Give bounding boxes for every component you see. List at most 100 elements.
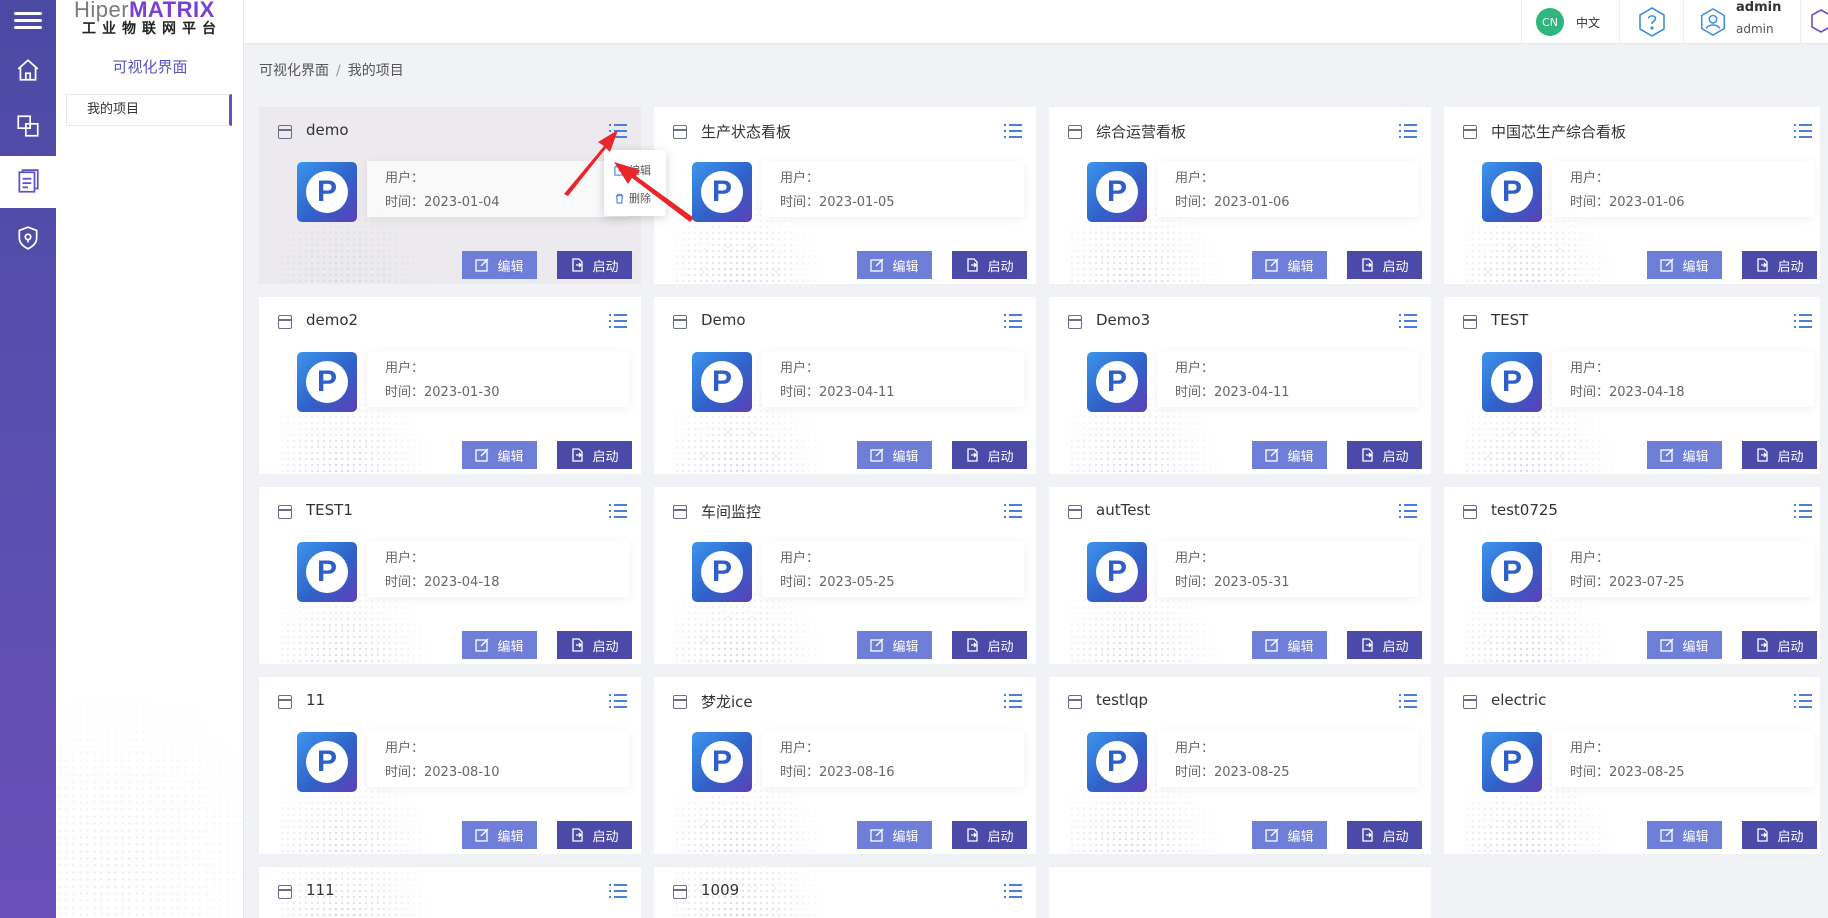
project-folder-icon [1463, 125, 1477, 139]
edit-button[interactable]: 编辑 [857, 441, 932, 469]
card-menu-icon[interactable] [609, 314, 627, 328]
card-menu-icon[interactable] [1004, 504, 1022, 518]
project-card[interactable]: 11 P 用户： 时间：2023-08-10 编辑 启动 [259, 677, 641, 854]
start-button[interactable]: 启动 [1742, 251, 1817, 279]
start-button[interactable]: 启动 [1347, 441, 1422, 469]
project-card[interactable]: TEST P 用户： 时间：2023-04-18 编辑 启动 [1444, 297, 1826, 474]
breadcrumb-parent[interactable]: 可视化界面 [259, 63, 329, 79]
start-button[interactable]: 启动 [1742, 821, 1817, 849]
edit-button[interactable]: 编辑 [1252, 251, 1327, 279]
edit-button[interactable]: 编辑 [857, 631, 932, 659]
language-badge: CN [1536, 8, 1564, 36]
card-menu-icon[interactable] [1004, 884, 1022, 898]
edit-button[interactable]: 编辑 [1647, 441, 1722, 469]
card-menu-icon[interactable] [609, 884, 627, 898]
project-time: 时间：2023-08-10 [385, 765, 500, 780]
card-menu-icon[interactable] [1004, 694, 1022, 708]
start-button[interactable]: 启动 [1742, 441, 1817, 469]
card-menu-icon[interactable] [609, 504, 627, 518]
card-menu-icon[interactable] [609, 694, 627, 708]
user-menu[interactable]: admin admin [1683, 0, 1801, 44]
edit-button[interactable]: 编辑 [462, 251, 537, 279]
edit-icon [475, 258, 489, 272]
start-button[interactable]: 启动 [1347, 631, 1422, 659]
card-menu-icon[interactable] [1004, 124, 1022, 138]
start-button[interactable]: 启动 [1347, 251, 1422, 279]
security-icon[interactable] [0, 212, 56, 264]
menu-toggle-icon[interactable] [14, 8, 42, 34]
start-button[interactable]: 启动 [557, 441, 632, 469]
language-switch[interactable]: CN 中文 [1521, 0, 1619, 44]
project-card[interactable]: test0725 P 用户： 时间：2023-07-25 编辑 启动 [1444, 487, 1826, 664]
edit-button[interactable]: 编辑 [1647, 251, 1722, 279]
home-icon[interactable] [0, 44, 56, 96]
card-menu-icon[interactable] [1794, 314, 1812, 328]
start-button[interactable]: 启动 [952, 441, 1027, 469]
project-user: 用户： [780, 551, 820, 566]
edit-button[interactable]: 编辑 [857, 821, 932, 849]
card-menu-icon[interactable] [1004, 314, 1022, 328]
project-name: Demo3 [1096, 311, 1151, 329]
devices-icon[interactable] [0, 100, 56, 152]
edit-button[interactable]: 编辑 [1647, 821, 1722, 849]
start-button[interactable]: 启动 [557, 631, 632, 659]
start-button[interactable]: 启动 [1742, 631, 1817, 659]
project-user: 用户： [780, 361, 820, 376]
card-menu-icon[interactable] [1399, 124, 1417, 138]
card-menu-icon[interactable] [1794, 504, 1812, 518]
edit-icon [870, 638, 884, 652]
card-menu-icon[interactable] [1399, 504, 1417, 518]
project-card[interactable]: Demo3 P 用户： 时间：2023-04-11 编辑 启动 [1049, 297, 1431, 474]
edit-icon [475, 638, 489, 652]
edit-button[interactable]: 编辑 [1252, 631, 1327, 659]
project-card[interactable]: 梦龙ice P 用户： 时间：2023-08-16 编辑 启动 [654, 677, 1036, 854]
sidebar-item-my-projects[interactable]: 我的项目 [66, 94, 232, 126]
project-card[interactable]: 中国芯生产综合看板 P 用户： 时间：2023-01-06 编辑 启动 [1444, 107, 1826, 284]
card-menu-icon[interactable] [1399, 694, 1417, 708]
start-button[interactable]: 启动 [1347, 821, 1422, 849]
project-card[interactable]: autTest P 用户： 时间：2023-05-31 编辑 启动 [1049, 487, 1431, 664]
edit-button[interactable]: 编辑 [462, 631, 537, 659]
edit-button[interactable]: 编辑 [857, 251, 932, 279]
project-card[interactable]: demo2 P 用户： 时间：2023-01-30 编辑 启动 [259, 297, 641, 474]
edit-button[interactable]: 编辑 [1252, 821, 1327, 849]
start-button[interactable]: 启动 [557, 821, 632, 849]
card-menu-icon[interactable] [1794, 124, 1812, 138]
project-user: 用户： [780, 741, 820, 756]
project-card[interactable]: electric P 用户： 时间：2023-08-25 编辑 启动 [1444, 677, 1826, 854]
project-user: 用户： [1175, 361, 1215, 376]
project-card[interactable]: 生产状态看板 P 用户： 时间：2023-01-05 编辑 启动 [654, 107, 1036, 284]
project-card[interactable]: 车间监控 P 用户： 时间：2023-05-25 编辑 启动 [654, 487, 1036, 664]
project-card[interactable]: TEST1 P 用户： 时间：2023-04-18 编辑 启动 [259, 487, 641, 664]
start-button[interactable]: 启动 [952, 821, 1027, 849]
project-folder-icon [1068, 505, 1082, 519]
project-user: 用户： [385, 171, 425, 186]
project-logo-icon: P [1482, 162, 1542, 222]
project-time: 时间：2023-04-18 [1570, 385, 1685, 400]
edit-button[interactable]: 编辑 [1647, 631, 1722, 659]
edit-button[interactable]: 编辑 [1252, 441, 1327, 469]
start-button[interactable]: 启动 [557, 251, 632, 279]
project-card[interactable]: testlqp P 用户： 时间：2023-08-25 编辑 启动 [1049, 677, 1431, 854]
project-card[interactable]: Demo P 用户： 时间：2023-04-11 编辑 启动 [654, 297, 1036, 474]
card-menu-icon[interactable] [1399, 314, 1417, 328]
project-card[interactable]: 111 [259, 867, 641, 918]
project-logo-icon: P [297, 732, 357, 792]
project-logo-icon: P [1482, 732, 1542, 792]
start-button[interactable]: 启动 [952, 631, 1027, 659]
settings-icon[interactable] [1810, 8, 1828, 40]
project-logo-icon: P [692, 732, 752, 792]
edit-icon [870, 448, 884, 462]
visualization-icon[interactable] [0, 156, 56, 208]
start-button[interactable]: 启动 [952, 251, 1027, 279]
card-menu-icon[interactable] [1794, 694, 1812, 708]
project-folder-icon [1068, 125, 1082, 139]
project-folder-icon [278, 505, 292, 519]
project-card[interactable]: 1009 [654, 867, 1036, 918]
project-time: 时间：2023-01-30 [385, 385, 500, 400]
scrollbar-track[interactable] [1820, 44, 1828, 918]
edit-button[interactable]: 编辑 [462, 821, 537, 849]
help-icon[interactable] [1619, 0, 1683, 44]
project-card[interactable]: 综合运营看板 P 用户： 时间：2023-01-06 编辑 启动 [1049, 107, 1431, 284]
edit-button[interactable]: 编辑 [462, 441, 537, 469]
